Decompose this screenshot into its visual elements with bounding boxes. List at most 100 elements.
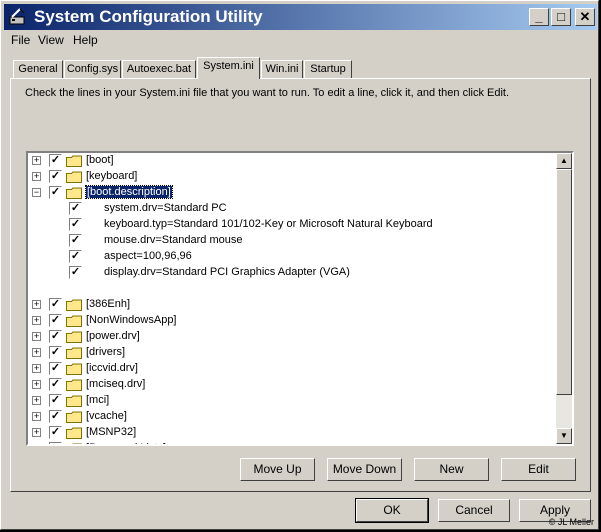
enable-checkbox[interactable]: ✓ xyxy=(69,234,82,247)
tree-section-entry[interactable]: − ✓ [boot.description] xyxy=(28,185,556,201)
tab-system-ini[interactable]: System.ini xyxy=(197,57,260,79)
folder-icon xyxy=(66,171,82,183)
tree-entry-label: [MSNP32] xyxy=(86,426,137,438)
close-button[interactable]: ✕ xyxy=(575,8,595,26)
tree-section-entry[interactable]: + ✓ [mciseq.drv] xyxy=(28,377,556,393)
expand-plus-icon[interactable]: + xyxy=(32,172,41,181)
enable-checkbox[interactable]: ✓ xyxy=(49,346,62,359)
expand-plus-icon[interactable]: + xyxy=(32,156,41,165)
tree-child-entry[interactable]: ✓ aspect=100,96,96 xyxy=(28,249,556,265)
ok-button[interactable]: OK xyxy=(355,498,429,523)
scroll-down-arrow-icon[interactable]: ▼ xyxy=(556,428,572,444)
tab-startup[interactable]: Startup xyxy=(304,60,352,78)
enable-checkbox[interactable]: ✓ xyxy=(69,250,82,263)
tree-section-entry[interactable]: + ✓ [keyboard] xyxy=(28,169,556,185)
enable-checkbox[interactable]: ✓ xyxy=(49,154,62,167)
enable-checkbox[interactable]: ✓ xyxy=(49,378,62,391)
expand-plus-icon[interactable]: + xyxy=(32,380,41,389)
expand-plus-icon[interactable]: + xyxy=(32,364,41,373)
new-button[interactable]: New xyxy=(414,458,489,481)
tree-entry-label: [power.drv] xyxy=(86,330,140,342)
tree-entry-label: [386Enh] xyxy=(86,298,131,310)
tree-section-entry[interactable]: + ✓ [power.drv] xyxy=(28,329,556,345)
tab-config-sys[interactable]: Config.sys xyxy=(64,60,121,78)
tree-section-entry[interactable]: + ✓ [NonWindowsApp] xyxy=(28,313,556,329)
tree-section-entry[interactable]: + ✓ [boot] xyxy=(28,153,556,169)
tree-entry-label: [Password Lists] xyxy=(86,442,166,444)
system-ini-tree[interactable]: + ✓ [Password Lists] + ✓ [MSNP32] + ✓ [vcache] + ✓… xyxy=(26,151,574,446)
tree-section-entry[interactable]: + ✓ [MSNP32] xyxy=(28,425,556,441)
system-config-window: System Configuration Utility _ □ ✕ File … xyxy=(0,0,599,530)
tree-section-entry[interactable]: + ✓ [Password Lists] xyxy=(28,441,556,445)
vertical-scrollbar[interactable]: ▲ ▼ xyxy=(556,153,572,444)
expand-plus-icon[interactable]: + xyxy=(32,300,41,309)
edit-label: Edit xyxy=(528,462,549,476)
enable-checkbox[interactable]: ✓ xyxy=(49,330,62,343)
tree-section-entry[interactable]: + ✓ [vcache] xyxy=(28,409,556,425)
enable-checkbox[interactable]: ✓ xyxy=(49,442,62,444)
tree-entry-label: system.drv=Standard PC xyxy=(104,202,227,214)
tree-entry-label: [vcache] xyxy=(86,410,127,422)
tree-entry-label: [keyboard] xyxy=(86,170,138,182)
expand-plus-icon[interactable]: + xyxy=(34,444,39,445)
folder-icon xyxy=(66,331,82,343)
enable-checkbox[interactable]: ✓ xyxy=(49,362,62,375)
move-down-label: Move Down xyxy=(332,462,397,476)
enable-checkbox[interactable]: ✓ xyxy=(49,314,62,327)
maximize-button[interactable]: □ xyxy=(551,8,571,26)
folder-icon xyxy=(66,347,82,359)
menu-view[interactable]: View xyxy=(38,33,64,47)
enable-checkbox[interactable]: ✓ xyxy=(49,298,62,311)
collapse-minus-icon[interactable]: − xyxy=(32,188,41,197)
tree-entry-label: [mciseq.drv] xyxy=(86,378,146,390)
folder-icon xyxy=(66,427,82,439)
tree-entry-label: [mci] xyxy=(86,394,110,406)
new-label: New xyxy=(439,462,464,476)
expand-plus-icon[interactable]: + xyxy=(32,348,41,357)
expand-plus-icon[interactable]: + xyxy=(32,396,41,405)
scroll-thumb[interactable] xyxy=(556,169,572,395)
enable-checkbox[interactable]: ✓ xyxy=(49,410,62,423)
expand-plus-icon[interactable]: + xyxy=(32,332,41,341)
enable-checkbox[interactable]: ✓ xyxy=(49,170,62,183)
enable-checkbox[interactable]: ✓ xyxy=(69,218,82,231)
tree-section-entry[interactable]: + ✓ [iccvid.drv] xyxy=(28,361,556,377)
minimize-button[interactable]: _ xyxy=(529,8,549,26)
folder-icon xyxy=(66,299,82,311)
folder-icon xyxy=(66,363,82,375)
instructions-text: Check the lines in your System.ini file … xyxy=(25,87,510,99)
move-down-button[interactable]: Move Down xyxy=(327,458,402,481)
open-folder-icon xyxy=(66,187,82,199)
tree-entry-label: [boot] xyxy=(86,154,114,166)
tree-section-entry[interactable]: + ✓ [drivers] xyxy=(28,345,556,361)
tree-child-entry[interactable]: ✓ keyboard.typ=Standard 101/102-Key or Mi… xyxy=(28,217,556,233)
cancel-button[interactable]: Cancel xyxy=(438,499,510,522)
expand-plus-icon[interactable]: + xyxy=(32,412,41,421)
expand-plus-icon[interactable]: + xyxy=(32,428,41,437)
move-up-button[interactable]: Move Up xyxy=(240,458,315,481)
tab-autoexec-bat[interactable]: Autoexec.bat xyxy=(122,60,196,78)
tree-child-entry[interactable]: ✓ display.drv=Standard PCI Graphics Adapt… xyxy=(28,265,556,281)
enable-checkbox[interactable]: ✓ xyxy=(49,186,62,199)
tree-child-entry[interactable]: ✓ system.drv=Standard PC xyxy=(28,201,556,217)
tab-general[interactable]: General xyxy=(13,60,63,78)
tab-win-ini[interactable]: Win.ini xyxy=(261,60,303,78)
tree-section-entry[interactable]: + ✓ [386Enh] xyxy=(28,297,556,313)
tree-child-entry[interactable]: ✓ mouse.drv=Standard mouse xyxy=(28,233,556,249)
folder-icon xyxy=(66,379,82,391)
menu-help[interactable]: Help xyxy=(73,33,98,47)
enable-checkbox[interactable]: ✓ xyxy=(69,266,82,279)
tree-entry-label: [NonWindowsApp] xyxy=(86,314,177,326)
edit-button[interactable]: Edit xyxy=(501,458,576,481)
title-bar[interactable]: System Configuration Utility _ □ ✕ xyxy=(4,4,597,30)
tree-entry-label: mouse.drv=Standard mouse xyxy=(104,234,243,246)
enable-checkbox[interactable]: ✓ xyxy=(69,202,82,215)
tree-entry-label: [boot.description] xyxy=(85,185,173,199)
scroll-up-arrow-icon[interactable]: ▲ xyxy=(556,153,572,169)
menu-file[interactable]: File xyxy=(11,33,30,47)
tree-section-entry[interactable]: + ✓ [mci] xyxy=(28,393,556,409)
enable-checkbox[interactable]: ✓ xyxy=(49,394,62,407)
expand-plus-icon[interactable]: + xyxy=(32,316,41,325)
folder-icon xyxy=(66,411,82,423)
enable-checkbox[interactable]: ✓ xyxy=(49,426,62,439)
